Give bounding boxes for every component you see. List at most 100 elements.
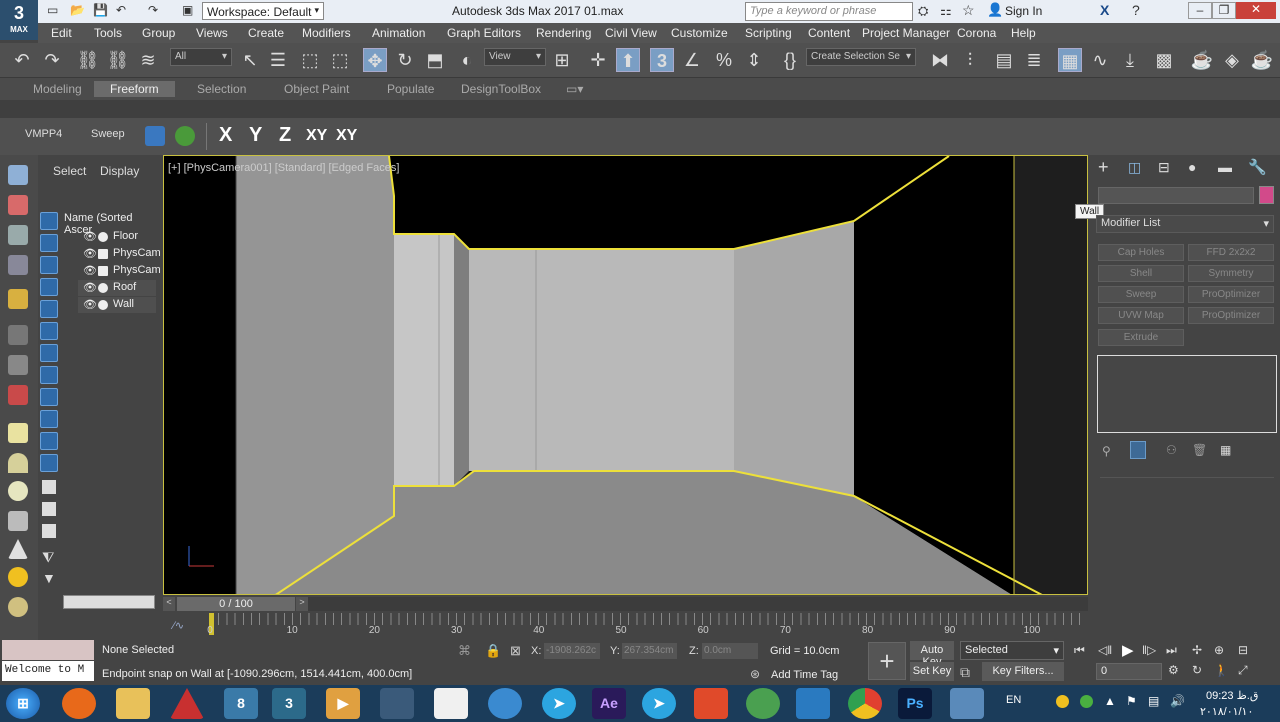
render-icon[interactable] [8, 195, 28, 215]
key-filters-button[interactable]: Key Filters... [982, 662, 1064, 681]
telegram-icon[interactable]: ➤ [542, 688, 576, 719]
reference-coord-dropdown[interactable]: View ▾ [484, 48, 546, 66]
go-to-end-icon[interactable]: ⏭ [1166, 643, 1177, 658]
align-icon[interactable]: ⫶ [958, 48, 982, 72]
shell-button[interactable]: Shell [1098, 265, 1184, 282]
sphere-icon[interactable] [8, 481, 28, 501]
pivot-center-icon[interactable]: ⊞ [550, 48, 574, 72]
spinner-snap-icon[interactable]: ⇕ [742, 48, 766, 72]
after-effects-icon[interactable]: Ae [592, 688, 626, 719]
clock-time[interactable]: 09:23 ق.ظ [1206, 689, 1258, 702]
project-folder-icon[interactable]: ▣ [182, 3, 193, 17]
x-coord-field[interactable]: -1908.262c [544, 643, 600, 659]
clock-date[interactable]: ۲۰۱۸/۰۱/۱۰ [1200, 705, 1253, 718]
remove-modifier-icon[interactable]: 🗑 [1192, 443, 1207, 457]
bind-spacewarp-icon[interactable]: ≋ [136, 48, 160, 72]
video-icon[interactable] [8, 385, 28, 405]
filter-lights-icon[interactable] [40, 256, 58, 274]
tab-populate[interactable]: Populate [387, 82, 434, 96]
configure-sets-icon[interactable]: ▦ [1220, 443, 1231, 457]
go-to-start-icon[interactable]: ⏮ [1074, 643, 1085, 658]
app-logo[interactable]: 3 MAX [0, 0, 38, 40]
object-name-field[interactable] [1098, 187, 1254, 204]
selection-filter-dropdown[interactable]: All ▾ [170, 48, 232, 66]
hierarchy-tab-icon[interactable]: ⊟ [1158, 159, 1170, 176]
add-time-tag[interactable]: Add Time Tag [771, 669, 838, 681]
tab-designtoolbox[interactable]: DesignToolBox [461, 82, 541, 96]
prooptimizer-button-2[interactable]: ProOptimizer [1188, 307, 1274, 324]
workspace-dropdown[interactable]: Workspace: Default ▾ [202, 2, 324, 20]
save-file-icon[interactable]: 💾 [93, 3, 108, 17]
menu-edit[interactable]: Edit [51, 26, 72, 40]
photoshop-icon[interactable]: Ps [898, 688, 932, 719]
eye-icon[interactable]: 👁 [83, 230, 97, 243]
menu-group[interactable]: Group [142, 26, 175, 40]
filter-geometry-icon[interactable] [40, 212, 58, 230]
time-config-icon[interactable]: ⚙ [1168, 663, 1179, 677]
ffd-button[interactable]: FFD 2x2x2 [1188, 244, 1274, 261]
filter-containers-icon[interactable] [40, 410, 58, 428]
utilities-tab-icon[interactable]: 🔧 [1248, 158, 1267, 176]
cage-icon[interactable] [8, 511, 28, 531]
grid-icon[interactable] [8, 255, 28, 275]
autocad-icon[interactable] [170, 688, 204, 719]
percent-snap-icon[interactable]: % [712, 48, 736, 72]
select-by-name-icon[interactable]: ☰ [266, 48, 290, 72]
filter-bones-icon[interactable] [40, 388, 58, 406]
curve-editor-mini-icon[interactable]: ∕∿ [173, 619, 184, 632]
zoom-region-icon[interactable]: ⊟ [1238, 643, 1248, 657]
network-tray-icon[interactable]: ▤ [1148, 694, 1159, 708]
tab-freeform[interactable]: Freeform [94, 81, 175, 97]
list-item[interactable]: 👁 PhysCam [78, 263, 161, 279]
key-selection-dropdown[interactable]: Selected ▾ [960, 641, 1064, 660]
sweep-modifier-button[interactable]: Sweep [1098, 286, 1184, 303]
motion-tab-icon[interactable]: ● [1188, 159, 1196, 175]
lock-icon[interactable]: 🔒 [485, 643, 501, 659]
rect-selection-icon[interactable]: ⬚ [298, 48, 322, 72]
play-icon[interactable]: ▶ [1122, 641, 1134, 659]
horizontal-scrollbar[interactable] [63, 595, 155, 609]
menu-rendering[interactable]: Rendering [536, 26, 591, 40]
orbit-icon[interactable]: ↻ [1192, 663, 1202, 677]
close-button[interactable]: ✕ [1236, 2, 1276, 19]
axis-xy-button[interactable]: XY [306, 127, 327, 145]
extrude-button[interactable]: Extrude [1098, 329, 1184, 346]
windows-start-icon[interactable]: ⊞ [6, 688, 40, 719]
cone-icon[interactable] [8, 539, 28, 559]
render-production-icon[interactable]: ☕ [1250, 48, 1274, 72]
time-slider[interactable]: 0 / 100 [177, 597, 295, 611]
display-invert-icon[interactable] [42, 524, 56, 538]
tray-icon-2[interactable] [1080, 695, 1093, 708]
tab-select[interactable]: Select [53, 164, 86, 178]
uvw-map-button[interactable]: UVW Map [1098, 307, 1184, 324]
filter-shapes-icon[interactable] [40, 234, 58, 252]
isolate-icon[interactable]: ⌘ [458, 643, 471, 659]
track-bar[interactable] [210, 613, 1086, 625]
rendered-frame-icon[interactable]: ◈ [1220, 48, 1244, 72]
create-tab-icon[interactable]: + [1098, 157, 1109, 178]
scale-icon[interactable]: ⬒ [423, 48, 447, 72]
windows8-app-icon[interactable]: 8 [224, 688, 258, 719]
time-prev-arrow[interactable]: < [163, 597, 175, 611]
filter-groups-icon[interactable] [40, 344, 58, 362]
filter-particles-icon[interactable] [40, 432, 58, 450]
tab-display[interactable]: Display [100, 164, 139, 178]
plane-icon[interactable] [8, 423, 28, 443]
axis-x-button[interactable]: X [219, 124, 232, 147]
filter-xrefs-icon[interactable] [40, 366, 58, 384]
show-hidden-icons-icon[interactable]: ▲ [1104, 694, 1116, 708]
rotate-icon[interactable]: ↻ [393, 48, 417, 72]
filter-cameras-icon[interactable] [40, 278, 58, 296]
symmetry-button[interactable]: Symmetry [1188, 265, 1274, 282]
help-icon[interactable]: ? [1132, 2, 1140, 18]
schematic-view-icon[interactable]: ⤓ [1118, 48, 1142, 72]
cube-icon[interactable] [796, 688, 830, 719]
axis-z-button[interactable]: Z [279, 124, 291, 147]
keyboard-shortcut-icon[interactable]: ⬆ [616, 48, 640, 72]
minimize-button[interactable]: – [1188, 2, 1212, 19]
make-unique-icon[interactable]: ⚇ [1166, 443, 1177, 457]
menu-civil-view[interactable]: Civil View [605, 26, 657, 40]
placement-icon[interactable]: ◐ [455, 48, 479, 72]
list-item[interactable]: 👁 Floor [78, 229, 156, 245]
star-icon[interactable]: ☆ [962, 2, 975, 19]
